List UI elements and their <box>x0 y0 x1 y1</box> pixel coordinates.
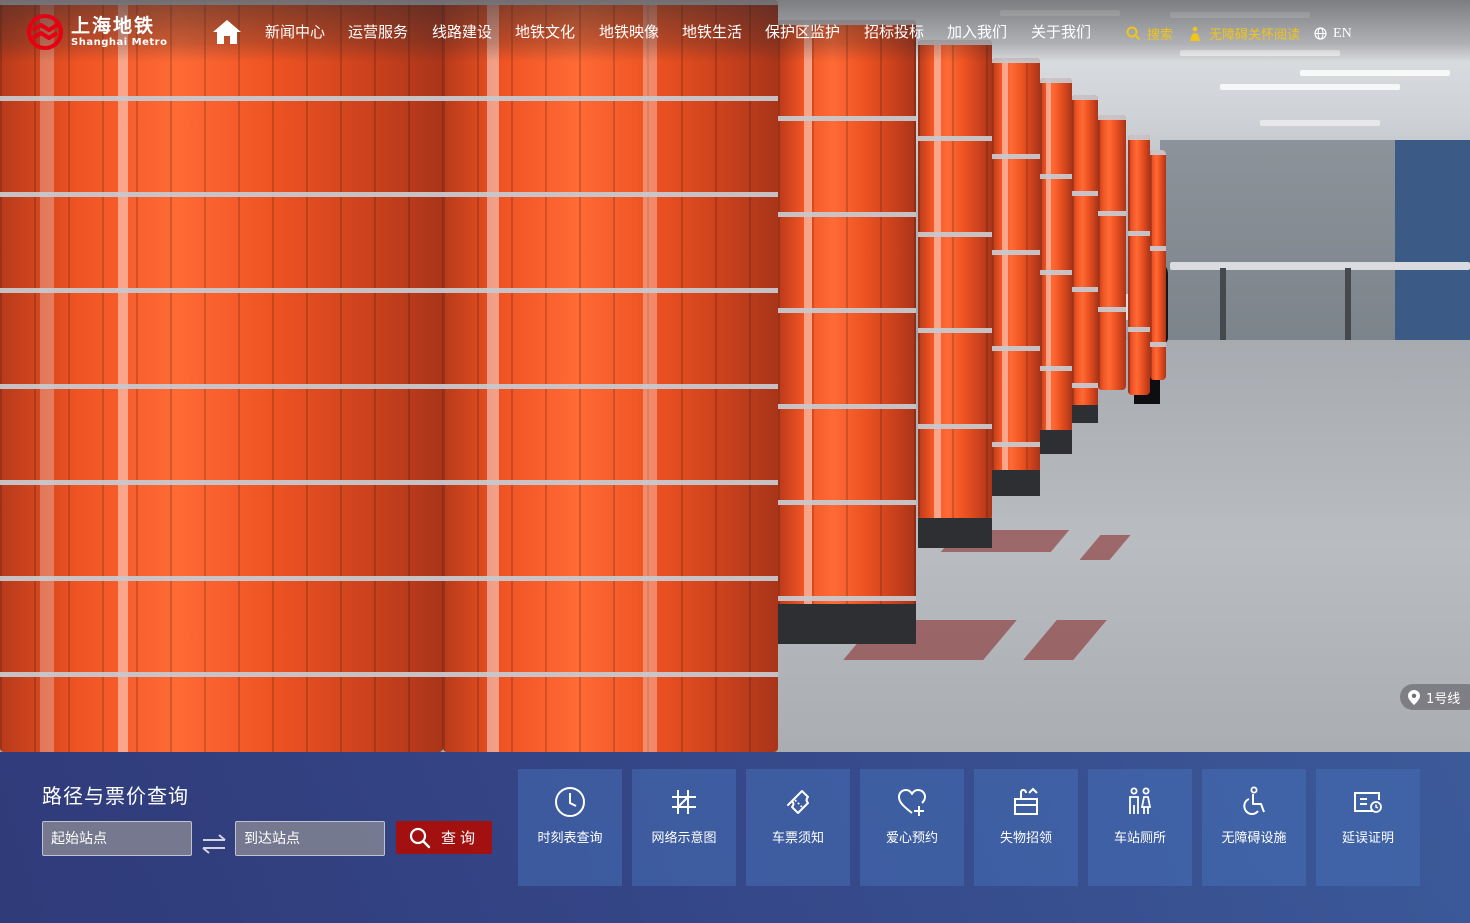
pillar <box>778 20 916 608</box>
language-label: EN <box>1333 25 1352 41</box>
network-icon <box>672 790 696 814</box>
pillar <box>1098 115 1126 390</box>
pillar <box>443 0 778 752</box>
photo-location-label: 1号线 <box>1426 691 1461 707</box>
service-tile-timetable[interactable]: 时刻表查询 <box>518 769 622 886</box>
pillar <box>1040 78 1072 433</box>
route-query-button[interactable]: 查询 <box>396 821 492 854</box>
nav-item-tenders[interactable]: 招标投标 <box>864 22 947 42</box>
service-tile-label: 车站厕所 <box>1113 831 1166 846</box>
route-query-button-label: 查询 <box>440 829 479 847</box>
service-tile-label: 时刻表查询 <box>537 831 603 846</box>
service-tile-label: 网络示意图 <box>651 831 717 846</box>
shanghai-metro-logo-icon <box>27 14 63 50</box>
destination-station-input[interactable] <box>235 821 385 856</box>
service-shortcuts: 时刻表查询 网络示意图 车票须知 爱心预约 失物招领 车站厕所 无障碍设施 延误… <box>518 769 1420 886</box>
header-tools: 搜索 无障碍关怀阅读 EN <box>1126 24 1352 43</box>
service-tile-network-map[interactable]: 网络示意图 <box>632 769 736 886</box>
service-tile-station-restroom[interactable]: 车站厕所 <box>1088 769 1192 886</box>
service-tile-accessible-facilities[interactable]: 无障碍设施 <box>1202 769 1306 886</box>
pillar <box>1072 95 1098 410</box>
wheelchair-icon <box>1243 786 1265 815</box>
location-pin-icon <box>1408 689 1420 705</box>
logo-english-name: Shanghai Metro <box>71 37 168 48</box>
nav-item-culture[interactable]: 地铁文化 <box>515 22 599 42</box>
site-logo[interactable]: 上海地铁 Shanghai Metro <box>27 14 167 50</box>
service-tile-ticket-info[interactable]: 车票须知 <box>746 769 850 886</box>
search-link[interactable]: 搜索 <box>1126 24 1173 43</box>
logo-text: 上海地铁 Shanghai Metro <box>71 15 167 49</box>
nav-item-news[interactable]: 新闻中心 <box>265 22 348 42</box>
main-nav: 新闻中心 运营服务 线路建设 地铁文化 地铁映像 地铁生活 保护区监护 招标投标… <box>265 22 1101 42</box>
accessibility-person-icon <box>1190 26 1201 41</box>
restroom-icon <box>1129 787 1152 814</box>
service-tile-label: 爱心预约 <box>885 831 938 846</box>
bottom-service-panel: 路径与票价查询 查询 时刻表查询 <box>0 752 1470 923</box>
lost-found-icon <box>1014 787 1038 815</box>
railing <box>1170 262 1470 270</box>
service-tile-label: 失物招领 <box>999 831 1052 846</box>
search-icon <box>1126 26 1141 41</box>
accessibility-label: 无障碍关怀阅读 <box>1209 28 1301 43</box>
service-tile-lost-and-found[interactable]: 失物招领 <box>974 769 1078 886</box>
search-label: 搜索 <box>1147 28 1174 43</box>
home-icon[interactable] <box>212 18 242 46</box>
service-tile-delay-certificate[interactable]: 延误证明 <box>1316 769 1420 886</box>
blue-panel <box>1395 140 1470 370</box>
clock-icon <box>555 787 585 817</box>
ticket-icon <box>787 790 809 814</box>
pillar <box>0 0 443 752</box>
origin-station-input[interactable] <box>42 821 192 856</box>
nav-item-about-us[interactable]: 关于我们 <box>1031 22 1101 42</box>
service-tile-label: 延误证明 <box>1341 831 1394 846</box>
site-header: 上海地铁 Shanghai Metro 新闻中心 运营服务 线路建设 地铁文化 … <box>0 0 1470 62</box>
nav-item-construction[interactable]: 线路建设 <box>432 22 515 42</box>
service-tile-label: 无障碍设施 <box>1221 831 1287 846</box>
nav-item-join-us[interactable]: 加入我们 <box>947 22 1031 42</box>
photo-location-badge[interactable]: 1号线 <box>1400 684 1470 710</box>
service-tile-label: 车票须知 <box>771 831 824 846</box>
delay-certificate-icon <box>1354 792 1382 813</box>
globe-icon <box>1314 27 1327 40</box>
swap-stations-icon[interactable] <box>200 832 228 856</box>
nav-item-operations[interactable]: 运营服务 <box>348 22 432 42</box>
logo-chinese-name: 上海地铁 <box>71 15 156 37</box>
route-query-title: 路径与票价查询 <box>42 784 189 808</box>
nav-item-protection-zone[interactable]: 保护区监护 <box>765 22 864 42</box>
nav-item-imagery[interactable]: 地铁映像 <box>599 22 682 42</box>
search-icon <box>409 827 431 848</box>
heart-plus-icon <box>898 789 926 816</box>
pillar <box>992 58 1040 473</box>
pillar <box>1150 150 1166 380</box>
pillar <box>918 40 992 520</box>
accessibility-reading-link[interactable]: 无障碍关怀阅读 <box>1187 24 1300 43</box>
pillar <box>1128 135 1150 395</box>
nav-item-life[interactable]: 地铁生活 <box>682 22 765 42</box>
service-tile-care-booking[interactable]: 爱心预约 <box>860 769 964 886</box>
language-switch[interactable]: EN <box>1314 26 1352 42</box>
